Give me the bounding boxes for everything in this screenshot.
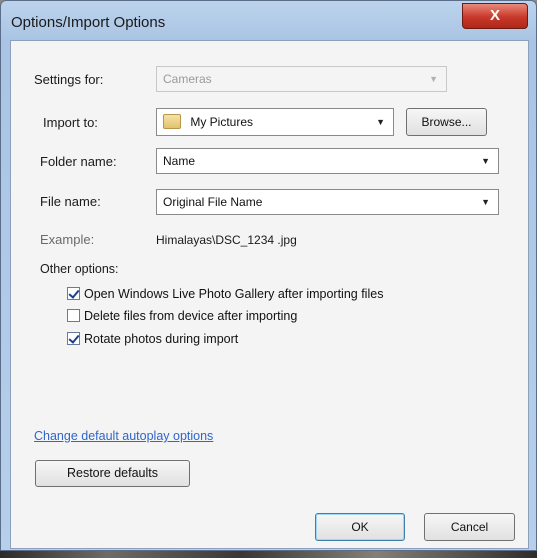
chevron-down-icon: ▼ xyxy=(376,117,385,127)
folder-name-select[interactable]: Name ▼ xyxy=(156,148,499,174)
delete-files-label: Delete files from device after importing xyxy=(84,309,298,323)
chevron-down-icon: ▼ xyxy=(481,156,490,166)
import-to-value: My Pictures xyxy=(190,115,254,129)
other-options-label: Other options: xyxy=(40,262,119,276)
checkbox-icon[interactable] xyxy=(67,332,80,345)
ok-button[interactable]: OK xyxy=(315,513,405,541)
cancel-button[interactable]: Cancel xyxy=(424,513,515,541)
folder-name-label: Folder name: xyxy=(40,154,117,169)
import-to-label: Import to: xyxy=(43,115,98,130)
rotate-photos-label: Rotate photos during import xyxy=(84,332,239,346)
example-label: Example: xyxy=(40,232,95,247)
example-value: Himalayas\DSC_1234 .jpg xyxy=(156,233,297,247)
dialog-body: Settings for: Cameras ▼ Import to: My Pi… xyxy=(10,40,529,549)
settings-for-value: Cameras xyxy=(163,72,212,86)
chevron-down-icon: ▼ xyxy=(481,197,490,207)
title-bar[interactable]: Options/Import Options X xyxy=(1,1,536,41)
checkbox-icon[interactable] xyxy=(67,287,80,300)
folder-name-value: Name xyxy=(163,154,196,168)
rotate-photos-option[interactable]: Rotate photos during import xyxy=(67,331,238,349)
background-strip xyxy=(0,551,537,558)
settings-for-label: Settings for: xyxy=(34,72,104,87)
checkbox-icon[interactable] xyxy=(67,309,80,322)
change-autoplay-link[interactable]: Change default autoplay options xyxy=(34,429,213,443)
delete-files-option[interactable]: Delete files from device after importing xyxy=(67,308,297,326)
folder-icon xyxy=(163,114,181,129)
settings-for-select: Cameras ▼ xyxy=(156,66,447,92)
file-name-value: Original File Name xyxy=(163,195,263,209)
restore-defaults-button[interactable]: Restore defaults xyxy=(35,460,190,487)
open-gallery-label: Open Windows Live Photo Gallery after im… xyxy=(84,287,384,301)
import-to-select[interactable]: My Pictures ▼ xyxy=(156,108,394,136)
dialog-title: Options/Import Options xyxy=(11,14,166,31)
chevron-down-icon: ▼ xyxy=(429,74,438,84)
close-button[interactable]: X xyxy=(462,3,528,29)
file-name-select[interactable]: Original File Name ▼ xyxy=(156,189,499,215)
open-gallery-option[interactable]: Open Windows Live Photo Gallery after im… xyxy=(67,286,383,304)
options-dialog: Options/Import Options X Settings for: C… xyxy=(0,0,537,551)
close-icon: X xyxy=(489,7,500,24)
file-name-label: File name: xyxy=(40,194,101,209)
browse-button[interactable]: Browse... xyxy=(406,108,487,136)
